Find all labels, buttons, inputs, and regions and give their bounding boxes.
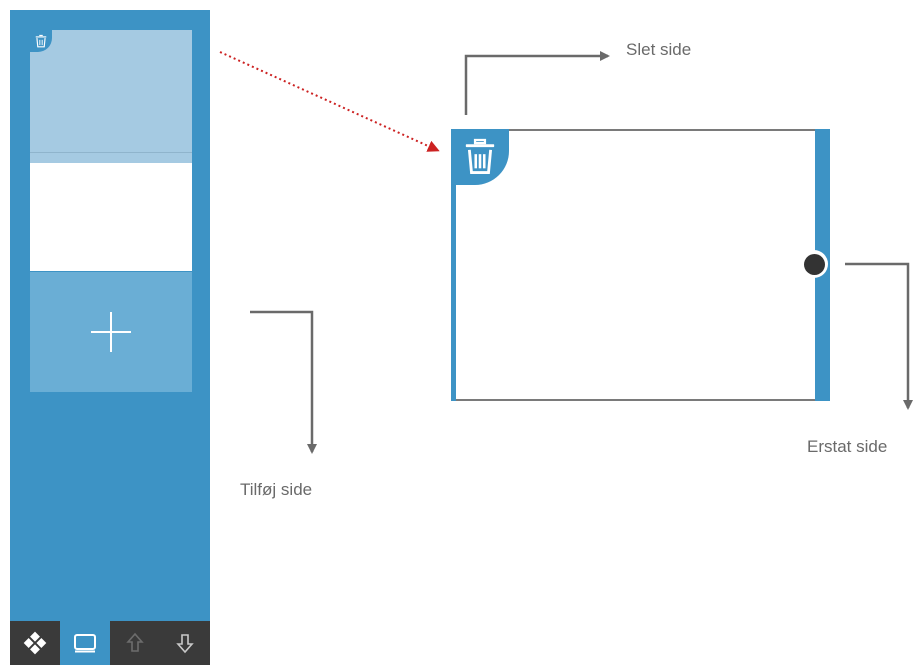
delete-page-annotation: Slet side bbox=[626, 40, 692, 59]
annotation-overlay bbox=[219, 51, 913, 454]
annotation-line-delete bbox=[464, 51, 610, 115]
add-page-annotation: Tilføj side bbox=[240, 480, 313, 499]
annotation-line-add bbox=[250, 310, 317, 454]
replace-page-annotation: Erstat side bbox=[807, 437, 888, 456]
annotation-line-replace bbox=[845, 262, 913, 410]
annotation-dotted-pointer bbox=[219, 51, 440, 152]
